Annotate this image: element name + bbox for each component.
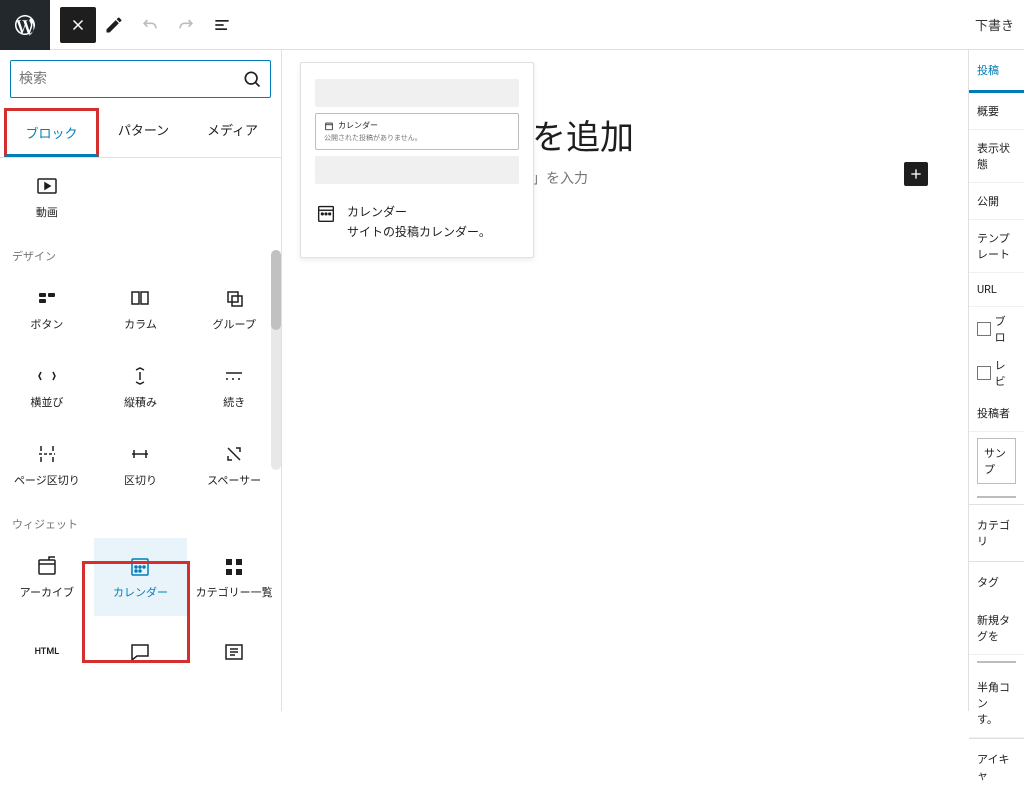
- pencil-icon: [104, 15, 124, 35]
- undo-button[interactable]: [132, 7, 168, 43]
- sidebar-check-sticky[interactable]: ブロ: [969, 307, 1024, 351]
- sidebar-tab-post[interactable]: 投稿: [969, 50, 1024, 93]
- post-subtitle-partial[interactable]: 」を入力: [532, 168, 588, 188]
- more-icon: [222, 364, 246, 388]
- sidebar-visibility[interactable]: 表示状態: [969, 130, 1024, 183]
- sidebar-tag-input[interactable]: [977, 661, 1016, 663]
- group-icon: [222, 286, 246, 310]
- calendar-icon: [128, 554, 152, 578]
- list-post-icon: [222, 640, 246, 664]
- edit-button[interactable]: [96, 7, 132, 43]
- sidebar-author-label: 投稿者: [969, 395, 1024, 432]
- spacer-icon: [222, 442, 246, 466]
- sidebar-template[interactable]: テンプレート: [969, 220, 1024, 273]
- block-latest-posts[interactable]: [187, 616, 281, 694]
- block-calendar[interactable]: カレンダー: [94, 538, 188, 616]
- block-pagebreak[interactable]: ページ区切り: [0, 426, 94, 504]
- sidebar-featured[interactable]: アイキャ: [969, 738, 1024, 795]
- tab-pattern[interactable]: パターン: [99, 108, 188, 157]
- sidebar-tag[interactable]: タグ: [969, 561, 1024, 602]
- row-icon: [35, 364, 59, 388]
- calendar-small-icon: [324, 121, 334, 131]
- html-icon: HTML: [35, 640, 59, 664]
- scrollbar-thumb[interactable]: [271, 250, 281, 330]
- tab-block[interactable]: ブロック: [4, 108, 99, 157]
- inserter-scrollbar[interactable]: [271, 250, 281, 470]
- close-inserter-button[interactable]: [60, 7, 96, 43]
- block-column[interactable]: カラム: [94, 270, 188, 348]
- separator-icon: [128, 442, 152, 466]
- archive-icon: [35, 554, 59, 578]
- category-design: デザイン: [0, 236, 281, 270]
- block-html[interactable]: HTML: [0, 616, 94, 694]
- comment-icon: [128, 640, 152, 664]
- block-group[interactable]: グループ: [187, 270, 281, 348]
- pagebreak-icon: [35, 442, 59, 466]
- block-search-input[interactable]: [19, 71, 242, 87]
- category-list-icon: [222, 554, 246, 578]
- block-preview-card: カレンダー 公開された投稿がありません。 カレンダー サイトの投稿カレンダー。: [300, 62, 534, 258]
- post-title-partial[interactable]: を追加: [532, 110, 634, 159]
- sidebar-author-select[interactable]: サンプ: [977, 438, 1016, 484]
- preview-desc-body: サイトの投稿カレンダー。: [347, 222, 491, 242]
- preview-desc-title: カレンダー: [347, 202, 491, 222]
- block-inserter-panel: ブロック パターン メディア 動画 デザイン ボタン カラム: [0, 50, 282, 711]
- plus-icon: [908, 166, 924, 182]
- sidebar-category[interactable]: カテゴリ: [969, 504, 1024, 561]
- block-archive[interactable]: アーカイブ: [0, 538, 94, 616]
- tab-media[interactable]: メディア: [188, 108, 277, 157]
- editor-canvas: を追加 」を入力 カレンダー 公開された投稿がありません。 カレンダー: [282, 50, 968, 711]
- list-icon: [212, 15, 232, 35]
- category-widget: ウィジェット: [0, 504, 281, 538]
- redo-icon: [176, 15, 196, 35]
- sidebar-summary[interactable]: 概要: [969, 93, 1024, 130]
- block-stack[interactable]: 縦積み: [94, 348, 188, 426]
- block-separator[interactable]: 区切り: [94, 426, 188, 504]
- block-search[interactable]: [10, 60, 271, 98]
- sidebar-input-1[interactable]: [977, 496, 1016, 498]
- redo-button[interactable]: [168, 7, 204, 43]
- sidebar-half-note: 半角コンす。: [969, 669, 1024, 738]
- block-comments[interactable]: [94, 616, 188, 694]
- sidebar-newtag-label: 新規タグを: [969, 602, 1024, 655]
- add-block-button[interactable]: [904, 162, 928, 186]
- preview-calendar-block: カレンダー 公開された投稿がありません。: [315, 113, 519, 150]
- sidebar-url[interactable]: URL: [969, 273, 1024, 307]
- top-toolbar: 下書き: [0, 0, 1024, 50]
- wordpress-logo-icon: [13, 13, 37, 37]
- stack-icon: [128, 364, 152, 388]
- block-button[interactable]: ボタン: [0, 270, 94, 348]
- close-icon: [69, 16, 87, 34]
- video-icon: [35, 174, 59, 198]
- block-row[interactable]: 横並び: [0, 348, 94, 426]
- undo-icon: [140, 15, 160, 35]
- button-icon: [35, 286, 59, 310]
- sidebar-check-review[interactable]: レビ: [969, 351, 1024, 395]
- document-outline-button[interactable]: [204, 7, 240, 43]
- preview-placeholder-row: [315, 156, 519, 184]
- wp-logo[interactable]: [0, 0, 50, 50]
- sidebar-publish[interactable]: 公開: [969, 183, 1024, 220]
- block-category-list[interactable]: カテゴリー一覧: [187, 538, 281, 616]
- settings-sidebar: 投稿 概要 表示状態 公開 テンプレート URL ブロ レビ 投稿者 サンプ カ…: [968, 50, 1024, 711]
- save-draft-button[interactable]: 下書き: [975, 15, 1024, 34]
- calendar-desc-icon: [315, 202, 337, 224]
- preview-placeholder-row: [315, 79, 519, 107]
- inserter-tabs: ブロック パターン メディア: [0, 108, 281, 158]
- block-more[interactable]: 続き: [187, 348, 281, 426]
- block-video[interactable]: 動画: [0, 158, 94, 236]
- block-spacer[interactable]: スペーサー: [187, 426, 281, 504]
- column-icon: [128, 286, 152, 310]
- search-icon: [242, 69, 262, 89]
